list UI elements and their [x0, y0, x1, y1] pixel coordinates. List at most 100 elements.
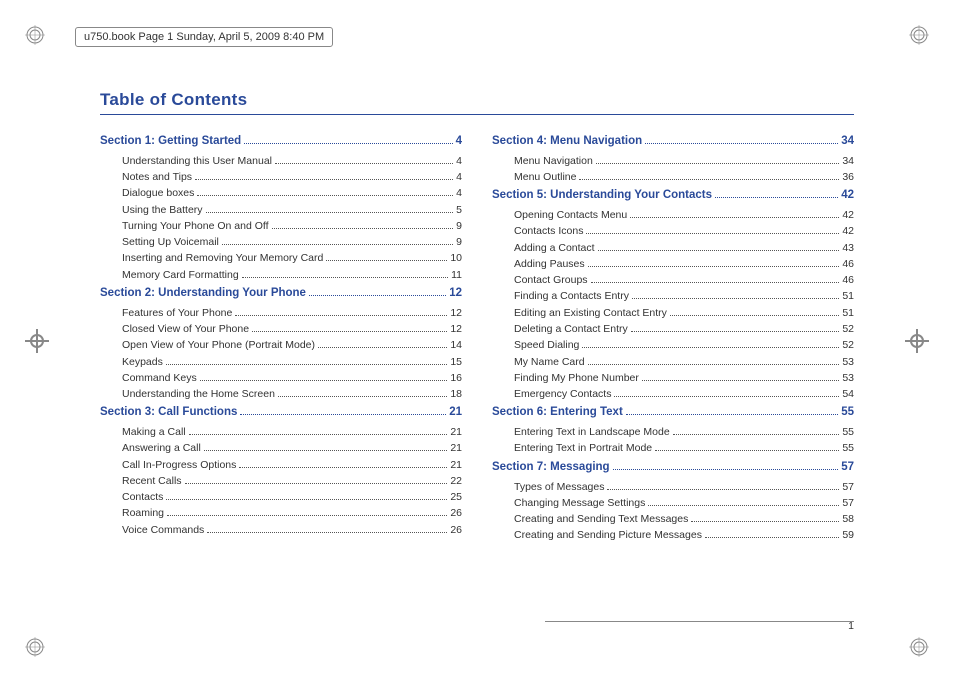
dot-leader — [185, 483, 448, 484]
dot-leader — [582, 347, 839, 348]
toc-page-number: 52 — [842, 321, 854, 337]
toc-entry-row: Entering Text in Portrait Mode55 — [492, 440, 854, 456]
toc-section-row: Section 3: Call Functions 21 — [100, 404, 462, 422]
toc-entry-row: Contact Groups46 — [492, 272, 854, 288]
toc-entry-row: Creating and Sending Text Messages58 — [492, 511, 854, 527]
toc-entry-label: Adding a Contact — [514, 240, 595, 256]
toc-entry-label: Types of Messages — [514, 479, 604, 495]
toc-page-number: 59 — [842, 527, 854, 543]
toc-entry-label: Finding a Contacts Entry — [514, 288, 629, 304]
toc-page-number: 51 — [842, 305, 854, 321]
registration-mark-icon — [25, 637, 45, 657]
toc-entry-label: Call In-Progress Options — [122, 457, 236, 473]
toc-entry-row: Contacts Icons42 — [492, 223, 854, 239]
toc-entry-label: Menu Outline — [514, 169, 576, 185]
toc-entry-label: Creating and Sending Picture Messages — [514, 527, 702, 543]
toc-entry-row: Features of Your Phone12 — [100, 305, 462, 321]
toc-entry-row: Closed View of Your Phone12 — [100, 321, 462, 337]
toc-entry-row: Adding Pauses 46 — [492, 256, 854, 272]
toc-entry-row: Using the Battery5 — [100, 202, 462, 218]
dot-leader — [235, 315, 447, 316]
toc-entry-row: Notes and Tips4 — [100, 169, 462, 185]
dot-leader — [207, 532, 447, 533]
dot-leader — [167, 515, 447, 516]
dot-leader — [195, 179, 453, 180]
toc-section-row: Section 6: Entering Text55 — [492, 404, 854, 422]
toc-entry-row: Finding My Phone Number 53 — [492, 370, 854, 386]
dot-leader — [591, 282, 840, 283]
toc-entry-label: Understanding this User Manual — [122, 153, 272, 169]
toc-page-number: 26 — [450, 505, 462, 521]
toc-entry-label: Voice Commands — [122, 522, 204, 538]
toc-page-number: 21 — [449, 404, 462, 422]
toc-entry-label: Understanding the Home Screen — [122, 386, 275, 402]
dot-leader — [631, 331, 840, 332]
toc-entry-label: Adding Pauses — [514, 256, 585, 272]
toc-entry-row: Turning Your Phone On and Off9 — [100, 218, 462, 234]
toc-page-number: 53 — [842, 370, 854, 386]
toc-section-row: Section 5: Understanding Your Contacts 42 — [492, 187, 854, 205]
toc-entry-label: My Name Card — [514, 354, 585, 370]
toc-section-label: Section 5: Understanding Your Contacts — [492, 187, 712, 205]
toc-entry-row: Inserting and Removing Your Memory Card1… — [100, 250, 462, 266]
dot-leader — [239, 467, 447, 468]
dot-leader — [715, 197, 838, 198]
dot-leader — [278, 396, 447, 397]
toc-section-label: Section 3: Call Functions — [100, 404, 237, 422]
dot-leader — [252, 331, 447, 332]
dot-leader — [204, 450, 448, 451]
title-divider — [100, 114, 854, 115]
toc-entry-label: Entering Text in Landscape Mode — [514, 424, 670, 440]
toc-page-number: 21 — [450, 440, 462, 456]
toc-page-number: 21 — [450, 424, 462, 440]
toc-page-number: 46 — [842, 256, 854, 272]
dot-leader — [705, 537, 839, 538]
footer-rule — [545, 621, 854, 622]
toc-entry-row: Answering a Call 21 — [100, 440, 462, 456]
toc-entry-label: Emergency Contacts — [514, 386, 611, 402]
toc-entry-row: Finding a Contacts Entry 51 — [492, 288, 854, 304]
dot-leader — [244, 143, 452, 144]
toc-page-number: 51 — [842, 288, 854, 304]
toc-page-number: 42 — [841, 187, 854, 205]
toc-entry-label: Answering a Call — [122, 440, 201, 456]
toc-page-number: 54 — [842, 386, 854, 402]
toc-entry-label: Recent Calls — [122, 473, 182, 489]
dot-leader — [645, 143, 838, 144]
toc-entry-row: Entering Text in Landscape Mode 55 — [492, 424, 854, 440]
toc-page-number: 46 — [842, 272, 854, 288]
dot-leader — [166, 364, 447, 365]
toc-entry-label: Open View of Your Phone (Portrait Mode) — [122, 337, 315, 353]
dot-leader — [206, 212, 454, 213]
dot-leader — [166, 499, 447, 500]
page-content: Table of Contents Section 1: Getting Sta… — [100, 90, 854, 612]
toc-entry-row: My Name Card53 — [492, 354, 854, 370]
toc-entry-label: Deleting a Contact Entry — [514, 321, 628, 337]
toc-entry-label: Turning Your Phone On and Off — [122, 218, 269, 234]
toc-page-number: 4 — [456, 133, 462, 151]
page-number: 1 — [848, 620, 854, 632]
toc-page-number: 55 — [842, 424, 854, 440]
toc-page-number: 4 — [456, 153, 462, 169]
toc-section-label: Section 1: Getting Started — [100, 133, 241, 151]
toc-entry-label: Finding My Phone Number — [514, 370, 639, 386]
toc-entry-row: Menu Navigation34 — [492, 153, 854, 169]
toc-entry-row: Deleting a Contact Entry 52 — [492, 321, 854, 337]
toc-entry-label: Using the Battery — [122, 202, 203, 218]
toc-page-number: 43 — [842, 240, 854, 256]
toc-page-number: 12 — [449, 285, 462, 303]
toc-page-number: 26 — [450, 522, 462, 538]
toc-section-label: Section 6: Entering Text — [492, 404, 623, 422]
toc-page-number: 34 — [841, 133, 854, 151]
toc-entry-row: Changing Message Settings57 — [492, 495, 854, 511]
toc-entry-row: Open View of Your Phone (Portrait Mode)1… — [100, 337, 462, 353]
toc-page-number: 34 — [842, 153, 854, 169]
toc-page-number: 15 — [450, 354, 462, 370]
dot-leader — [586, 233, 839, 234]
toc-page-number: 4 — [456, 169, 462, 185]
dot-leader — [598, 250, 840, 251]
dot-leader — [588, 364, 840, 365]
toc-column-right: Section 4: Menu Navigation34Menu Navigat… — [492, 131, 854, 544]
toc-entry-label: Entering Text in Portrait Mode — [514, 440, 652, 456]
dot-leader — [596, 163, 840, 164]
